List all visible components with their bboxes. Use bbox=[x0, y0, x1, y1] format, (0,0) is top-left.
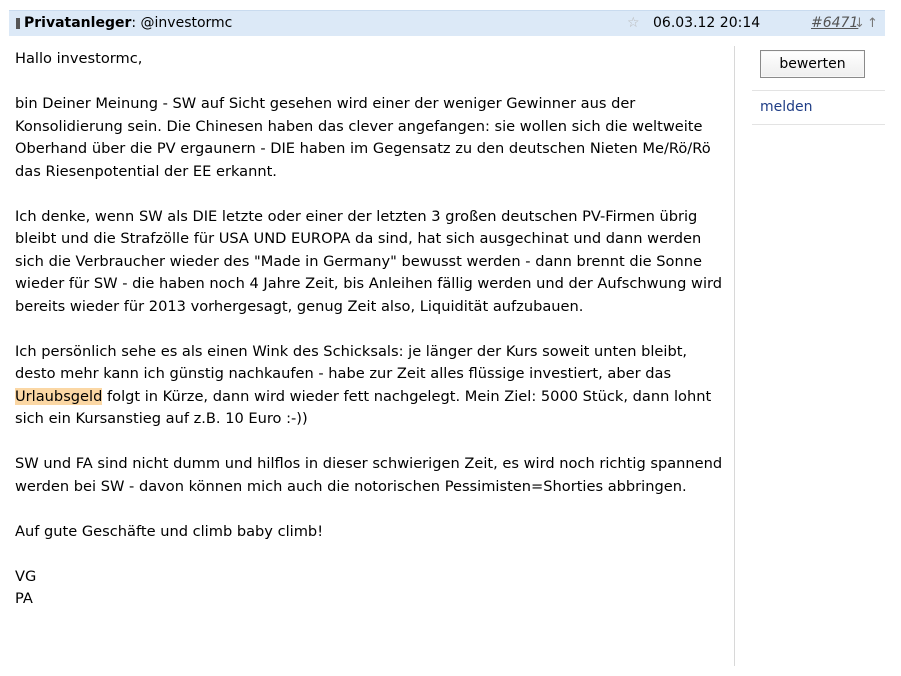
paragraph-5: Auf gute Geschäfte und climb baby climb! bbox=[15, 522, 324, 540]
star-icon[interactable]: ☆ bbox=[627, 11, 640, 36]
paragraph-1: bin Deiner Meinung - SW auf Sicht gesehe… bbox=[15, 95, 711, 180]
signature-line-1: VG bbox=[15, 567, 37, 585]
arrow-down-icon[interactable]: ↓ bbox=[854, 11, 865, 36]
author-icon bbox=[16, 18, 20, 29]
highlighted-word: Urlaubsgeld bbox=[15, 387, 103, 405]
post-body: Hallo investormc, bin Deiner Meinung - S… bbox=[15, 48, 727, 611]
post-header: Privatanleger: @investormc ☆ 06.03.12 20… bbox=[9, 10, 885, 36]
reply-to: : @investormc bbox=[131, 15, 233, 31]
column-divider bbox=[734, 46, 735, 666]
post-date: 06.03.12 20:14 bbox=[653, 15, 761, 31]
author-name[interactable]: Privatanleger bbox=[24, 15, 131, 31]
rate-button[interactable]: bewerten bbox=[760, 50, 865, 78]
sidebar-divider bbox=[752, 90, 885, 91]
paragraph-3-start: Ich persönlich sehe es als einen Wink de… bbox=[15, 342, 688, 383]
signature: VG PA bbox=[15, 566, 727, 611]
paragraph-3: Ich persönlich sehe es als einen Wink de… bbox=[15, 341, 727, 431]
paragraph-4: SW und FA sind nicht dumm und hilflos in… bbox=[15, 455, 723, 495]
author-line: Privatanleger: @investormc bbox=[24, 11, 232, 36]
sidebar-divider bbox=[752, 124, 885, 125]
signature-line-2: PA bbox=[15, 590, 33, 607]
greeting: Hallo investormc, bbox=[15, 50, 143, 67]
forum-post: Privatanleger: @investormc ☆ 06.03.12 20… bbox=[9, 10, 885, 666]
report-link[interactable]: melden bbox=[760, 96, 813, 118]
paragraph-3-end: folgt in Kürze, dann wird wieder fett na… bbox=[15, 387, 712, 428]
post-number-link[interactable]: #6471 bbox=[811, 11, 858, 36]
arrow-up-icon[interactable]: ↑ bbox=[867, 11, 878, 36]
paragraph-2: Ich denke, wenn SW als DIE letzte oder e… bbox=[15, 207, 723, 315]
